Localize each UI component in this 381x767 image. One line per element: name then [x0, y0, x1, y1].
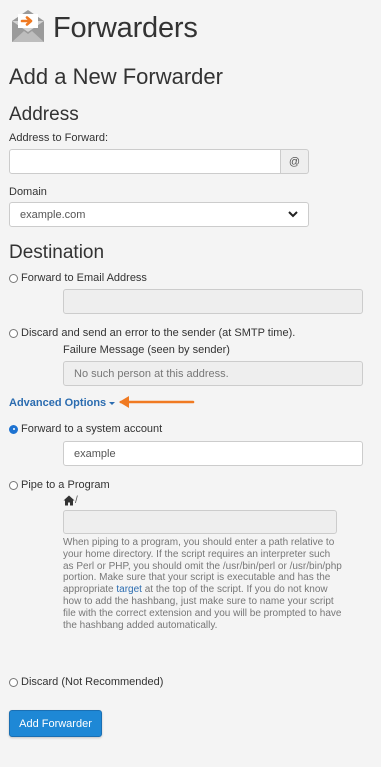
caret-down-icon: [109, 401, 116, 405]
failure-message-input[interactable]: No such person at this address.: [63, 361, 363, 386]
failure-message-label: Failure Message (seen by sender): [63, 344, 230, 356]
chevron-down-icon: [288, 211, 298, 218]
system-account-radio[interactable]: [9, 424, 18, 434]
address-to-forward-label: Address to Forward:: [9, 132, 109, 144]
pipe-help-text: When piping to a program, you should ent…: [63, 537, 343, 631]
domain-selected-value: example.com: [20, 208, 86, 221]
advanced-options-label: Advanced Options: [9, 397, 107, 409]
forward-email-label: Forward to Email Address: [21, 272, 147, 284]
discard-error-radio[interactable]: [9, 328, 18, 338]
annotation-arrow-icon: [119, 396, 195, 408]
pipe-program-input[interactable]: [63, 510, 337, 534]
address-to-forward-input[interactable]: [9, 149, 281, 174]
domain-select[interactable]: example.com: [9, 202, 309, 227]
home-path-prefix: /: [63, 495, 78, 506]
discard-option[interactable]: Discard (Not Recommended): [9, 676, 163, 688]
discard-error-option[interactable]: Discard and send an error to the sender …: [9, 327, 295, 339]
page-title: Forwarders: [53, 12, 198, 44]
domain-label: Domain: [9, 186, 47, 198]
forward-email-radio[interactable]: [9, 273, 18, 283]
pipe-program-label: Pipe to a Program: [21, 479, 110, 491]
target-link[interactable]: target: [116, 584, 142, 595]
system-account-input[interactable]: example: [63, 441, 363, 466]
forward-email-option[interactable]: Forward to Email Address: [9, 272, 147, 284]
envelope-forward-icon: [12, 10, 44, 42]
address-heading: Address: [9, 104, 79, 125]
destination-heading: Destination: [9, 242, 105, 263]
pipe-program-option[interactable]: Pipe to a Program: [9, 479, 110, 491]
system-account-label: Forward to a system account: [21, 423, 163, 435]
system-account-option[interactable]: Forward to a system account: [9, 423, 162, 435]
advanced-options-toggle[interactable]: Advanced Options: [9, 397, 116, 409]
discard-radio[interactable]: [9, 677, 18, 687]
at-symbol-addon: @: [281, 149, 309, 174]
discard-label: Discard (Not Recommended): [21, 676, 164, 688]
home-path-slash: /: [75, 495, 78, 506]
home-icon: [63, 495, 75, 506]
forward-email-input[interactable]: [63, 289, 363, 314]
discard-error-label: Discard and send an error to the sender …: [21, 327, 296, 339]
add-forwarder-button[interactable]: Add Forwarder: [9, 710, 102, 737]
form-title: Add a New Forwarder: [9, 64, 223, 89]
pipe-program-radio[interactable]: [9, 480, 18, 490]
